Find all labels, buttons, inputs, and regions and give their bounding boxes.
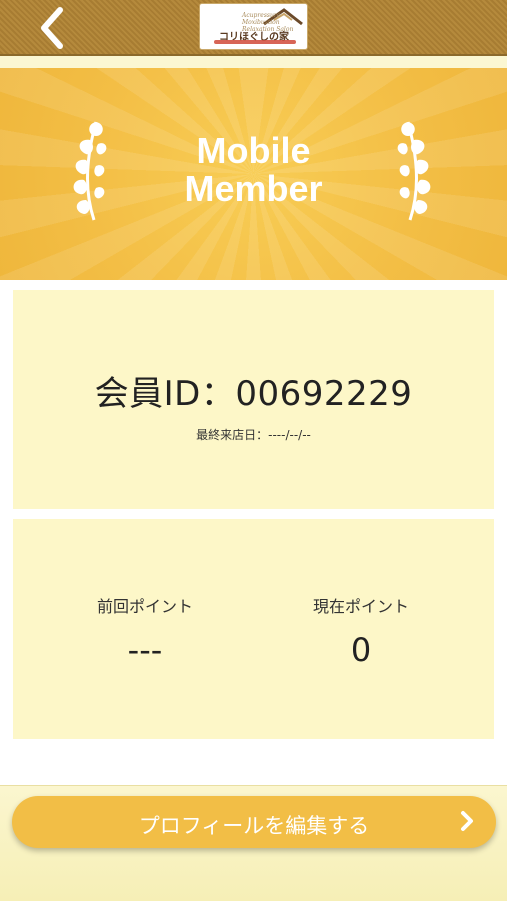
- member-id: 会員ID：00692229: [94, 374, 413, 414]
- chevron-right-icon: [461, 811, 473, 831]
- header-divider: [0, 56, 507, 68]
- member-id-card: 会員ID：00692229 最終来店日：----/--/--: [13, 290, 494, 509]
- hero-banner: Mobile Member: [0, 68, 507, 280]
- hero-title-line1: Mobile: [196, 130, 311, 171]
- chevron-left-icon: [41, 7, 63, 49]
- current-points-label: 現在ポイント: [312, 597, 409, 616]
- edit-profile-label: プロフィールを編集する: [138, 814, 370, 838]
- previous-points-value: ---: [127, 631, 163, 669]
- hero-title-line2: Member: [184, 168, 323, 209]
- current-points-value: 0: [350, 631, 372, 669]
- previous-points-label: 前回ポイント: [96, 597, 193, 616]
- points-card: 前回ポイント --- 現在ポイント 0: [13, 519, 494, 739]
- app-header: Acupressure Moxibustion Relaxation Salon…: [0, 0, 507, 56]
- last-visit-date: 最終来店日：----/--/--: [196, 428, 311, 442]
- edit-profile-button[interactable]: プロフィールを編集する: [12, 796, 496, 848]
- back-button[interactable]: [36, 6, 72, 50]
- hero-title: Mobile Member: [0, 132, 507, 208]
- brand-logo: Acupressure Moxibustion Relaxation Salon…: [200, 4, 307, 49]
- logo-swoosh: [214, 40, 296, 44]
